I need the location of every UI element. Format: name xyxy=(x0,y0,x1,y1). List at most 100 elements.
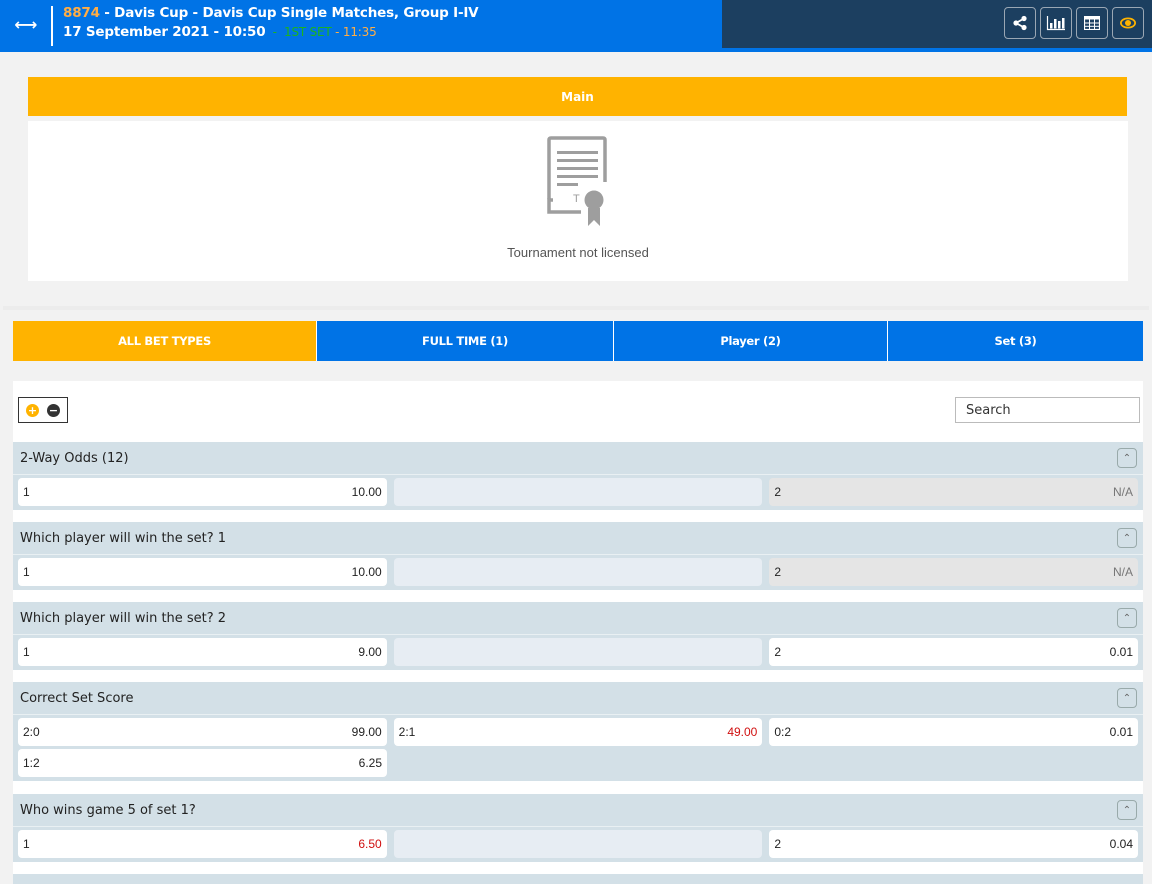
market-title: Correct Set Score xyxy=(20,690,134,706)
outcome-odd: 0.01 xyxy=(1109,725,1134,739)
outcome-button[interactable]: 0:2 0.01 xyxy=(769,718,1139,746)
tab-full-time[interactable]: FULL TIME (1) xyxy=(316,321,613,361)
outcome-button[interactable]: 1 6.50 xyxy=(18,830,387,858)
collapse-market-button[interactable]: ⌃ xyxy=(1117,528,1137,548)
outcome-odd: 0.01 xyxy=(1109,645,1134,659)
outcome-placeholder xyxy=(393,638,763,666)
outcome-button[interactable]: 2 0.04 xyxy=(769,830,1139,858)
outcome-button[interactable]: 1 10.00 xyxy=(18,558,387,586)
expand-all-icon[interactable]: + xyxy=(26,403,39,417)
outcome-label: 1 xyxy=(23,565,30,579)
collapse-market-button[interactable]: ⌃ xyxy=(1117,800,1137,820)
outcome-placeholder xyxy=(393,558,763,586)
market-game-5-set-1: Who wins game 5 of set 1? ⌃ 1 6.50 2 0.04 xyxy=(13,794,1143,862)
certificate-icon: T xyxy=(547,136,607,226)
main-panel-header: Main xyxy=(28,77,1127,116)
markets-content: + − 2-Way Odds (12) ⌃ 110.00 2N/A Which … xyxy=(13,381,1143,884)
outcome-row: 1 6.50 2 0.04 xyxy=(13,827,1143,862)
outcome-odd: N/A xyxy=(1113,485,1134,499)
outcome-label: 1:2 xyxy=(23,756,40,770)
table-icon xyxy=(1084,16,1100,30)
svg-text:T: T xyxy=(573,193,580,205)
market-next-partial xyxy=(13,874,1143,884)
market-2-way-odds: 2-Way Odds (12) ⌃ 1 10.00 2 N/A xyxy=(13,442,1143,510)
statistics-icon xyxy=(1046,16,1065,31)
tab-set[interactable]: Set (3) xyxy=(887,321,1143,361)
market-header: Correct Set Score ⌃ xyxy=(13,682,1143,715)
market-header: Which player will win the set? 2 ⌃ xyxy=(13,602,1143,635)
market-header: Who wins game 5 of set 1? ⌃ xyxy=(13,794,1143,827)
outcome-odd: 10.00 xyxy=(351,485,382,499)
chevron-up-icon: ⌃ xyxy=(1122,692,1132,704)
outcome-label: 2 xyxy=(774,837,782,851)
outcome-button[interactable]: 1 10.00 xyxy=(18,478,387,506)
separator: - xyxy=(331,25,343,39)
outcome-button: 2 N/A xyxy=(769,558,1139,586)
outcome-row: 1:2 6.25 xyxy=(13,746,1143,781)
market-title: 2-Way Odds (12) xyxy=(20,450,129,466)
outcome-button[interactable]: 1:2 6.25 xyxy=(18,749,387,777)
market-correct-set-score: Correct Set Score ⌃ 2:0 99.00 2:1 49.00 0:… xyxy=(13,682,1143,781)
outcome-placeholder xyxy=(393,478,763,506)
share-icon xyxy=(1013,15,1027,31)
outcome-odd: 49.00 xyxy=(727,725,758,739)
arrows-horizontal-icon: ⟷ xyxy=(14,14,38,34)
event-header-bar: ⟷ 8874 - Davis Cup - Davis Cup Single Ma… xyxy=(0,0,1152,52)
market-header: Which player will win the set? 1 ⌃ xyxy=(13,522,1143,555)
market-set-winner-2: Which player will win the set? 2 ⌃ 1 9.00… xyxy=(13,602,1143,670)
chevron-up-icon: ⌃ xyxy=(1122,612,1132,624)
section-separator xyxy=(3,306,1149,310)
statistics-button[interactable] xyxy=(1040,7,1072,39)
market-title: Which player will win the set? 2 xyxy=(20,610,227,626)
outcome-label: 1 xyxy=(23,837,30,851)
table-view-button[interactable] xyxy=(1076,7,1108,39)
outcome-label: 2:0 xyxy=(23,725,40,739)
outcome-label: 1 xyxy=(23,485,30,499)
outcome-button[interactable]: 2:1 49.00 xyxy=(393,718,763,746)
share-button[interactable] xyxy=(1004,7,1036,39)
collapse-market-button[interactable]: ⌃ xyxy=(1117,688,1137,708)
outcome-button[interactable]: 2:0 99.00 xyxy=(18,718,387,746)
outcome-button: 2 N/A xyxy=(769,478,1139,506)
license-notice: T Tournament not licensed xyxy=(28,121,1128,281)
outcome-label: 2:1 xyxy=(398,725,416,739)
outcome-label: 2 xyxy=(774,645,782,659)
outcome-placeholder xyxy=(393,830,763,858)
outcome-row: 2:0 99.00 2:1 49.00 0:2 0.01 xyxy=(13,715,1143,746)
tab-all-bet-types[interactable]: ALL BET TYPES xyxy=(13,321,316,361)
event-date-time: 17 September 2021 - 10:50 xyxy=(63,24,266,40)
bet-type-tabs: ALL BET TYPES FULL TIME (1) Player (2) S… xyxy=(13,321,1143,361)
outcome-odd: 6.25 xyxy=(358,756,382,770)
outcome-odd: 99.00 xyxy=(351,725,382,739)
license-message: Tournament not licensed xyxy=(507,245,649,260)
collapse-market-button[interactable]: ⌃ xyxy=(1117,448,1137,468)
event-title: 8874 - Davis Cup - Davis Cup Single Matc… xyxy=(63,5,479,21)
outcome-row: 1 10.00 2 N/A xyxy=(13,475,1143,510)
header-actions xyxy=(1004,7,1144,39)
outcome-odd: N/A xyxy=(1113,565,1134,579)
match-clock: 11:35 xyxy=(342,25,377,39)
collapse-market-button[interactable]: ⌃ xyxy=(1117,608,1137,628)
event-name: - Davis Cup - Davis Cup Single Matches, … xyxy=(99,5,479,21)
expand-toggle-button[interactable]: ⟷ xyxy=(0,0,52,48)
outcome-row: 1 9.00 2 0.01 xyxy=(13,635,1143,670)
chevron-up-icon: ⌃ xyxy=(1122,532,1132,544)
market-title: Which player will win the set? 1 xyxy=(20,530,227,546)
search-input[interactable] xyxy=(966,402,1136,418)
outcome-label: 1 xyxy=(23,645,30,659)
event-subtitle: 17 September 2021 - 10:50 - 1ST SET - 11… xyxy=(63,24,377,40)
tab-player[interactable]: Player (2) xyxy=(613,321,887,361)
outcome-odd: 6.50 xyxy=(358,837,382,851)
chevron-up-icon: ⌃ xyxy=(1122,452,1132,464)
market-title: Who wins game 5 of set 1? xyxy=(20,802,196,818)
outcome-label: 2 xyxy=(774,565,782,579)
outcome-button[interactable]: 1 9.00 xyxy=(18,638,387,666)
header-divider xyxy=(51,6,53,46)
outcome-odd: 10.00 xyxy=(351,565,382,579)
outcome-button[interactable]: 2 0.01 xyxy=(769,638,1139,666)
outcome-label: 0:2 xyxy=(774,725,792,739)
separator: - xyxy=(265,25,285,39)
watch-button[interactable] xyxy=(1112,7,1144,39)
collapse-all-icon[interactable]: − xyxy=(47,403,60,417)
outcome-row: 1 10.00 2 N/A xyxy=(13,555,1143,590)
